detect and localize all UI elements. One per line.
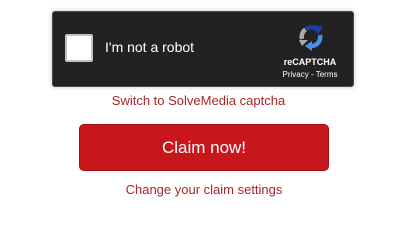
recaptcha-widget: I'm not a robot reCAPTCHA Privacy - Term… (52, 11, 354, 87)
terms-link[interactable]: Terms (316, 70, 338, 79)
claim-now-button[interactable]: Claim now! (79, 124, 329, 171)
links-separator: - (308, 70, 316, 79)
recaptcha-checkbox[interactable] (65, 34, 93, 62)
recaptcha-label: I'm not a robot (105, 39, 195, 55)
recaptcha-links: Privacy - Terms (266, 70, 354, 80)
recaptcha-logo-icon (299, 25, 323, 51)
change-claim-settings-link[interactable]: Change your claim settings (0, 182, 397, 198)
privacy-link[interactable]: Privacy (283, 70, 309, 79)
recaptcha-brand: reCAPTCHA (283, 57, 337, 67)
switch-captcha-link[interactable]: Switch to SolveMedia captcha (0, 93, 397, 109)
